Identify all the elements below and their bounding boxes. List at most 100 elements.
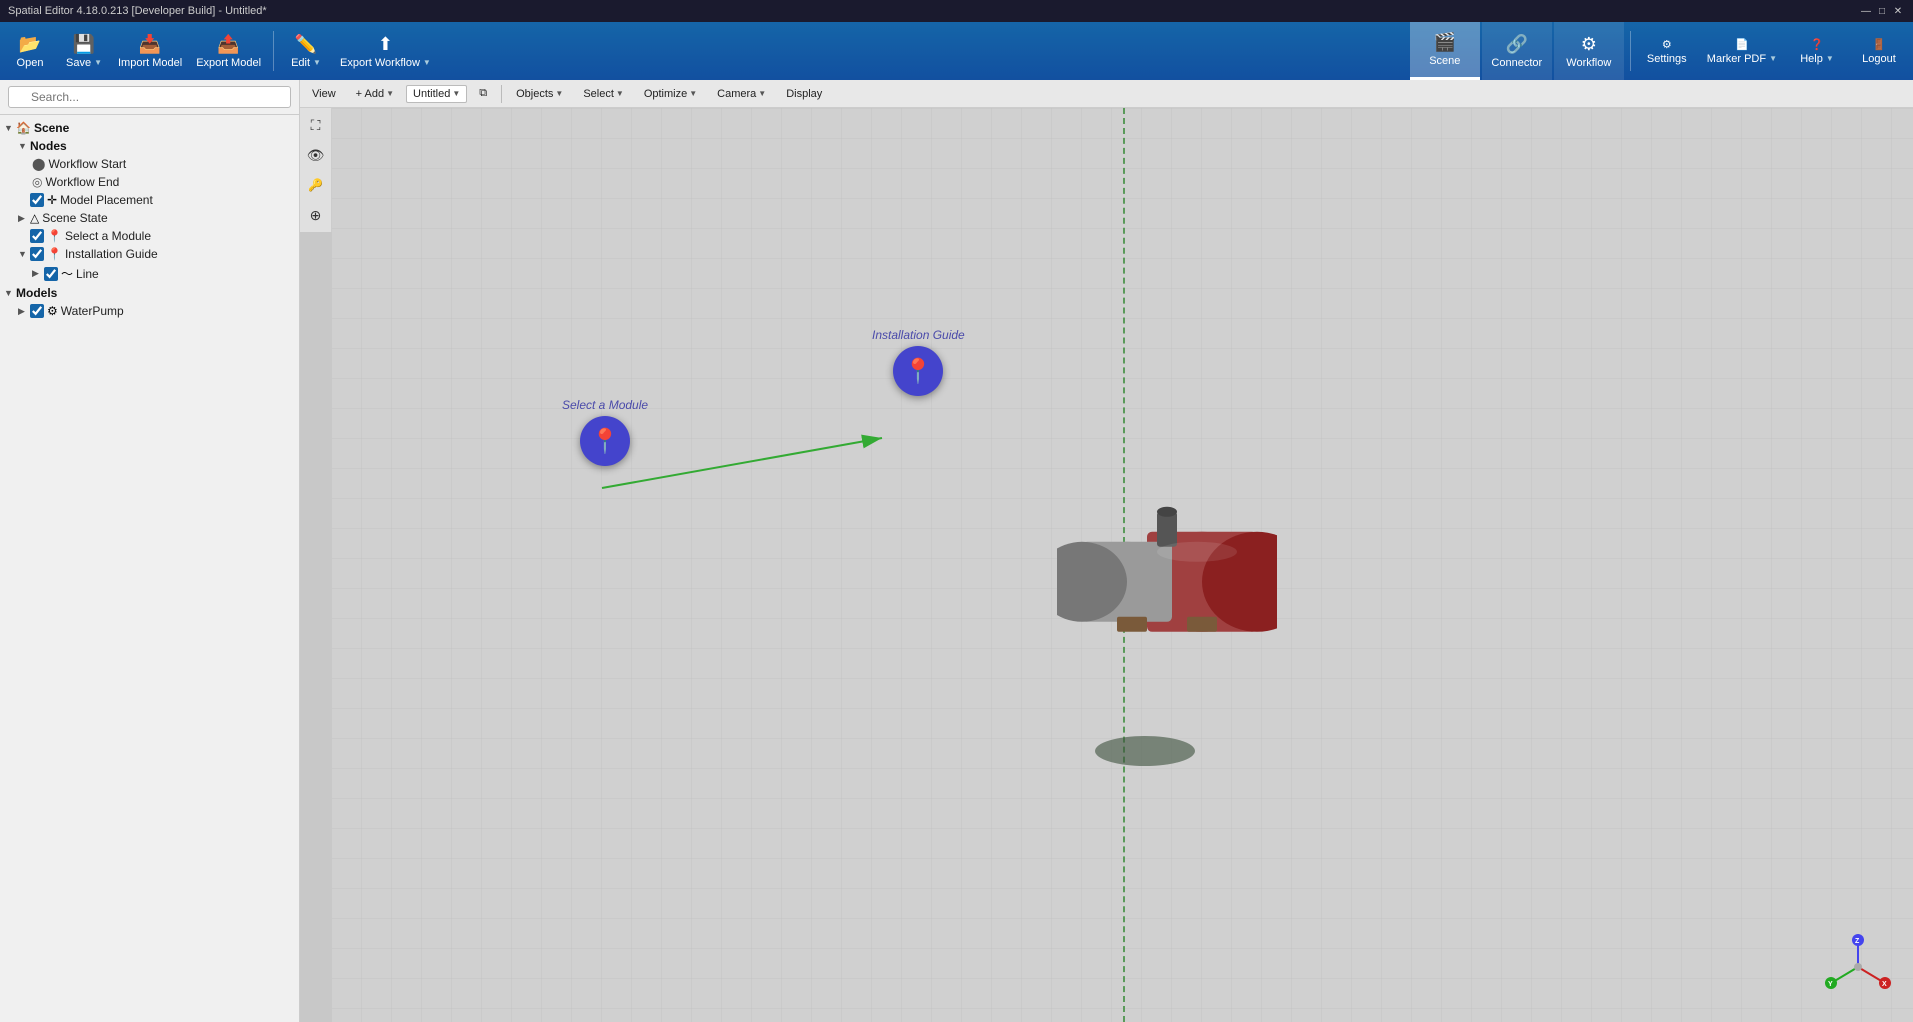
line-label: Line xyxy=(76,267,99,281)
select-module-checkbox[interactable] xyxy=(30,229,44,243)
logout-icon: 🚪 xyxy=(1872,38,1886,51)
scene-state-node[interactable]: ▶ △ Scene State xyxy=(0,209,299,227)
select-module-icon: 📍 xyxy=(47,229,62,243)
settings-label: Settings xyxy=(1647,53,1687,65)
untitled-dropdown[interactable]: Untitled ▼ xyxy=(406,85,467,103)
export-model-label: Export Model xyxy=(196,57,261,69)
camera-button[interactable]: Camera ▼ xyxy=(709,86,774,102)
add-label: + Add xyxy=(356,88,384,100)
line-arrow-icon: ▶ xyxy=(32,268,44,279)
select-label: Select xyxy=(583,88,614,100)
scene-node-icon: 🏠 xyxy=(16,121,31,135)
main-layout: 🔍 ▼ 🏠 Scene ▼ Nodes ⬤ Workflow St xyxy=(0,80,1913,1022)
settings-button[interactable]: ⚙ Settings xyxy=(1637,25,1697,77)
model-placement-checkbox[interactable] xyxy=(30,193,44,207)
scene-icon: 🎬 xyxy=(1434,32,1456,53)
export-workflow-arrow-icon: ▼ xyxy=(423,58,431,67)
untitled-arrow-icon: ▼ xyxy=(452,89,460,98)
scene-tab[interactable]: 🎬 Scene xyxy=(1410,22,1480,80)
scene-arrow-icon: ▼ xyxy=(4,123,16,133)
display-button[interactable]: Display xyxy=(778,86,830,102)
poi-select-module-pin-icon: 📍 xyxy=(590,427,620,456)
logout-button[interactable]: 🚪 Logout xyxy=(1849,25,1909,77)
edit-arrow-icon: ▼ xyxy=(313,58,321,67)
scene-3d[interactable]: Select a Module 📍 Installation Guide 📍 xyxy=(332,108,1913,1022)
select-module-node[interactable]: 📍 Select a Module xyxy=(0,227,299,245)
untitled-label: Untitled xyxy=(413,88,450,100)
poi-installation-guide[interactable]: Installation Guide 📍 xyxy=(872,328,965,396)
workflow-icon: ⚙ xyxy=(1581,34,1597,55)
scene-node[interactable]: ▼ 🏠 Scene xyxy=(0,119,299,137)
line-node[interactable]: ▶ 〜 Line xyxy=(0,263,299,284)
connector-tab[interactable]: 🔗 Connector xyxy=(1482,22,1552,80)
poi-installation-guide-circle[interactable]: 📍 xyxy=(893,346,943,396)
help-button[interactable]: ❓ Help ▼ xyxy=(1787,25,1847,77)
workflow-label: Workflow xyxy=(1566,57,1611,69)
export-workflow-button[interactable]: ⬆ Export Workflow ▼ xyxy=(334,25,437,77)
edit-button[interactable]: ✏️ Edit ▼ xyxy=(280,25,332,77)
eye-icon: 👁 xyxy=(307,147,325,164)
marker-pdf-icon: 📄 xyxy=(1735,38,1749,51)
workflow-end-node[interactable]: ◎ Workflow End xyxy=(0,173,299,191)
visibility-button[interactable]: 👁 xyxy=(303,142,329,168)
poi-select-module[interactable]: Select a Module 📍 xyxy=(562,398,648,466)
select-arrow-icon: ▼ xyxy=(616,89,624,98)
key-button[interactable]: 🔑 xyxy=(303,172,329,198)
titlebar: Spatial Editor 4.18.0.213 [Developer Bui… xyxy=(0,0,1913,22)
poi-select-module-circle[interactable]: 📍 xyxy=(580,416,630,466)
optimize-button[interactable]: Optimize ▼ xyxy=(636,86,705,102)
models-node[interactable]: ▼ Models xyxy=(0,284,299,302)
expand-button[interactable]: ⛶ xyxy=(303,112,329,138)
select-button[interactable]: Select ▼ xyxy=(575,86,632,102)
open-button[interactable]: 📂 Open xyxy=(4,25,56,77)
connector-icon: 🔗 xyxy=(1506,34,1528,55)
water-pump-icon: ⚙ xyxy=(47,304,58,318)
water-pump-model xyxy=(1057,492,1277,675)
workflow-start-icon: ⬤ xyxy=(32,157,45,171)
installation-guide-node[interactable]: ▼ 📍 Installation Guide xyxy=(0,245,299,263)
svg-text:Z: Z xyxy=(1855,938,1860,945)
xyz-axis-indicator: Z X Y xyxy=(1823,932,1893,1002)
edit-label: Edit ▼ xyxy=(291,57,321,69)
optimize-arrow-icon: ▼ xyxy=(689,89,697,98)
scene-state-label: Scene State xyxy=(42,211,107,225)
search-input[interactable] xyxy=(8,86,291,108)
export-model-button[interactable]: 📤 Export Model xyxy=(190,25,267,77)
objects-button[interactable]: Objects ▼ xyxy=(508,86,571,102)
marker-pdf-arrow-icon: ▼ xyxy=(1769,54,1777,63)
save-button[interactable]: 💾 Save ▼ xyxy=(58,25,110,77)
model-placement-icon: ✛ xyxy=(47,193,57,207)
water-pump-checkbox[interactable] xyxy=(30,304,44,318)
maximize-button[interactable]: □ xyxy=(1875,4,1889,18)
zoom-button[interactable]: ⊕ xyxy=(303,202,329,228)
add-button[interactable]: + Add ▼ xyxy=(348,86,402,102)
optimize-label: Optimize xyxy=(644,88,687,100)
viewport[interactable]: View + Add ▼ Untitled ▼ ⧉ Objects ▼ Sele… xyxy=(300,80,1913,1022)
line-checkbox[interactable] xyxy=(44,267,58,281)
open-label: Open xyxy=(17,57,44,69)
model-placement-node[interactable]: ✛ Model Placement xyxy=(0,191,299,209)
workflow-start-node[interactable]: ⬤ Workflow Start xyxy=(0,155,299,173)
poi-installation-guide-pin-icon: 📍 xyxy=(903,357,933,386)
search-box: 🔍 xyxy=(0,80,299,115)
import-model-button[interactable]: 📥 Import Model xyxy=(112,25,188,77)
water-pump-node[interactable]: ▶ ⚙ WaterPump xyxy=(0,302,299,320)
minimize-button[interactable]: — xyxy=(1859,4,1873,18)
open-icon: 📂 xyxy=(19,34,41,55)
installation-guide-checkbox[interactable] xyxy=(30,247,44,261)
scene-state-icon: △ xyxy=(30,211,39,225)
workflow-tab[interactable]: ⚙ Workflow xyxy=(1554,22,1624,80)
copy-button[interactable]: ⧉ xyxy=(471,85,495,102)
connector-label: Connector xyxy=(1491,57,1542,69)
installation-guide-label: Installation Guide xyxy=(65,247,158,261)
export-workflow-icon: ⬆ xyxy=(378,34,393,55)
export-model-icon: 📤 xyxy=(217,34,239,55)
save-icon: 💾 xyxy=(73,34,95,55)
view-button[interactable]: View xyxy=(304,86,344,102)
nodes-node[interactable]: ▼ Nodes xyxy=(0,137,299,155)
scene-label: Scene xyxy=(1429,55,1460,67)
svg-text:Y: Y xyxy=(1828,981,1833,988)
close-button[interactable]: ✕ xyxy=(1891,4,1905,18)
marker-pdf-button[interactable]: 📄 Marker PDF ▼ xyxy=(1699,25,1785,77)
water-pump-arrow-icon: ▶ xyxy=(18,306,30,317)
